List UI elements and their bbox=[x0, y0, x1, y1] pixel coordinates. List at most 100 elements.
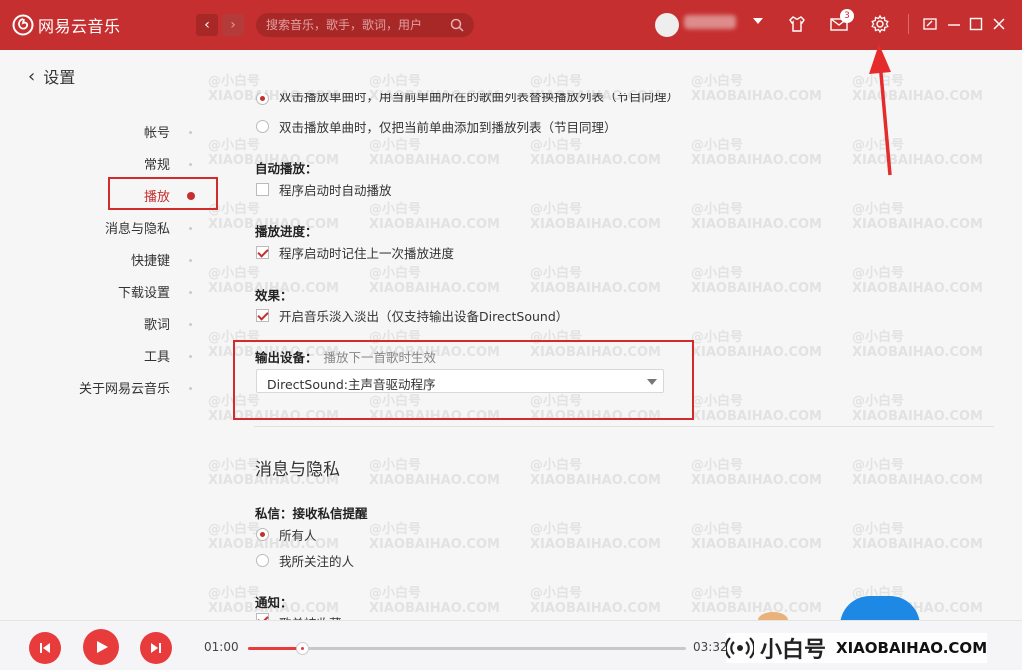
watermark-text: @小白号 bbox=[369, 74, 422, 89]
watermark-text: @小白号 bbox=[691, 522, 744, 537]
watermark-text: XIAOBAIHAO.COM bbox=[691, 281, 822, 296]
chevron-right-icon: › bbox=[230, 17, 236, 33]
watermark-text: @小白号 bbox=[369, 266, 422, 281]
minimize-icon[interactable] bbox=[946, 16, 962, 32]
maximize-icon[interactable] bbox=[968, 16, 984, 32]
skin-icon[interactable] bbox=[787, 14, 807, 34]
watermark-text: @小白号 bbox=[369, 522, 422, 537]
remember-progress-checkbox[interactable] bbox=[256, 246, 269, 259]
watermark-text: @小白号 bbox=[691, 202, 744, 217]
annotation-arrow bbox=[869, 44, 892, 176]
autoplay-label: 程序启动时自动播放 bbox=[279, 183, 392, 198]
watermark-text: @小白号 bbox=[530, 522, 583, 537]
radio-add-to-list[interactable] bbox=[256, 120, 269, 133]
nav-item-8[interactable]: 工具 bbox=[0, 346, 170, 365]
watermark-text: XIAOBAIHAO.COM bbox=[369, 153, 500, 168]
watermark-text: @小白号 bbox=[530, 138, 583, 153]
notify-heading: 通知： bbox=[255, 595, 293, 610]
nav-dot bbox=[189, 355, 192, 358]
nav-item-2[interactable]: 常规 bbox=[0, 154, 170, 173]
forward-nav-button[interactable]: › bbox=[222, 14, 244, 36]
nav-item-7[interactable]: 歌词 bbox=[0, 314, 170, 333]
radio-following[interactable] bbox=[256, 554, 269, 567]
username-blurred[interactable] bbox=[684, 15, 736, 29]
progress-slider[interactable] bbox=[248, 642, 686, 655]
nav-item-5[interactable]: 快捷键 bbox=[0, 250, 170, 269]
watermark-text: @小白号 bbox=[852, 394, 905, 409]
watermark-text: @小白号 bbox=[208, 586, 261, 601]
next-track-button[interactable] bbox=[140, 632, 172, 664]
search-icon[interactable] bbox=[450, 18, 464, 32]
watermark-text: @小白号 bbox=[691, 138, 744, 153]
nav-item-9[interactable]: 关于网易云音乐 bbox=[0, 378, 170, 397]
play-button[interactable] bbox=[83, 629, 119, 665]
nav-dot bbox=[189, 259, 192, 262]
search-input[interactable] bbox=[266, 16, 446, 34]
privacy-option-following[interactable]: 我所关注的人 bbox=[256, 551, 354, 570]
nav-dot bbox=[189, 387, 192, 390]
chevron-left-icon: ‹ bbox=[204, 17, 210, 33]
watermark-text: XIAOBAIHAO.COM bbox=[691, 217, 822, 232]
progress-knob[interactable] bbox=[296, 642, 309, 655]
close-icon[interactable] bbox=[991, 16, 1007, 32]
back-to-previous[interactable]: ‹ 设置 bbox=[28, 64, 75, 88]
watermark-text: XIAOBAIHAO.COM bbox=[530, 281, 661, 296]
watermark-text: @小白号 bbox=[530, 458, 583, 473]
nav-item-1[interactable]: 帐号 bbox=[0, 122, 170, 141]
netease-music-icon bbox=[12, 14, 34, 36]
watermark-text: XIAOBAIHAO.COM bbox=[530, 601, 661, 616]
watermark-text: @小白号 bbox=[530, 202, 583, 217]
watermark-text: XIAOBAIHAO.COM bbox=[852, 537, 983, 552]
brand-name: 小白号 bbox=[760, 638, 827, 663]
watermark-text: @小白号 bbox=[691, 74, 744, 89]
watermark-text: @小白号 bbox=[530, 74, 583, 89]
watermark-text: @小白号 bbox=[208, 266, 261, 281]
radio-option-add-to-list[interactable]: 双击播放单曲时，仅把当前单曲添加到播放列表（节目同理） bbox=[256, 117, 617, 136]
search-box[interactable] bbox=[256, 13, 474, 37]
nav-dot bbox=[189, 291, 192, 294]
watermark-text: XIAOBAIHAO.COM bbox=[852, 217, 983, 232]
watermark-text: @小白号 bbox=[530, 266, 583, 281]
mini-mode-icon[interactable] bbox=[922, 16, 938, 32]
progress-fill bbox=[248, 647, 302, 650]
nav-dot bbox=[189, 131, 192, 134]
nav-item-6[interactable]: 下载设置 bbox=[0, 282, 170, 301]
watermark-text: XIAOBAIHAO.COM bbox=[369, 217, 500, 232]
watermark-text: @小白号 bbox=[691, 586, 744, 601]
brand-watermark: 小白号 XIAOBAIHAO.COM bbox=[726, 633, 988, 663]
fade-label: 开启音乐淡入淡出（仅支持输出设备DirectSound） bbox=[279, 309, 569, 324]
radio-following-label: 我所关注的人 bbox=[279, 554, 355, 569]
watermark-text: @小白号 bbox=[852, 458, 905, 473]
radio-replace-list[interactable] bbox=[256, 93, 269, 105]
play-icon bbox=[97, 641, 108, 653]
avatar[interactable] bbox=[655, 13, 679, 37]
fade-option[interactable]: 开启音乐淡入淡出（仅支持输出设备DirectSound） bbox=[256, 306, 568, 325]
watermark-text: XIAOBAIHAO.COM bbox=[691, 345, 822, 360]
autoplay-option[interactable]: 程序启动时自动播放 bbox=[256, 180, 392, 199]
privacy-option-all[interactable]: 所有人 bbox=[256, 525, 317, 544]
chevron-down-icon[interactable] bbox=[753, 18, 763, 24]
highlight-box-output-device bbox=[233, 340, 694, 420]
current-time: 01:00 bbox=[204, 640, 239, 654]
radio-all[interactable] bbox=[256, 528, 269, 541]
broadcast-icon bbox=[726, 637, 754, 659]
message-count-badge: 3 bbox=[840, 9, 854, 23]
watermark-text: XIAOBAIHAO.COM bbox=[369, 537, 500, 552]
nav-item-3[interactable]: 播放 bbox=[0, 186, 170, 205]
watermark-text: @小白号 bbox=[369, 586, 422, 601]
nav-item-4[interactable]: 消息与隐私 bbox=[0, 218, 170, 237]
watermark-text: @小白号 bbox=[208, 138, 261, 153]
fade-checkbox[interactable] bbox=[256, 309, 269, 322]
watermark-text: XIAOBAIHAO.COM bbox=[691, 89, 822, 104]
watermark-text: XIAOBAIHAO.COM bbox=[530, 537, 661, 552]
privacy-section-title: 消息与隐私 bbox=[255, 460, 340, 480]
watermark-text: XIAOBAIHAO.COM bbox=[852, 281, 983, 296]
watermark-text: XIAOBAIHAO.COM bbox=[691, 601, 822, 616]
remember-progress-option[interactable]: 程序启动时记住上一次播放进度 bbox=[256, 243, 454, 262]
autoplay-checkbox[interactable] bbox=[256, 183, 269, 196]
gear-icon[interactable] bbox=[870, 14, 890, 34]
radio-option-replace-list[interactable]: 双击播放单曲时，用当前单曲所在的歌曲列表替换播放列表（节目同理） bbox=[256, 93, 679, 105]
back-nav-button[interactable]: ‹ bbox=[196, 14, 218, 36]
previous-track-button[interactable] bbox=[29, 632, 61, 664]
app-logo[interactable]: 网易云音乐 bbox=[12, 13, 121, 37]
